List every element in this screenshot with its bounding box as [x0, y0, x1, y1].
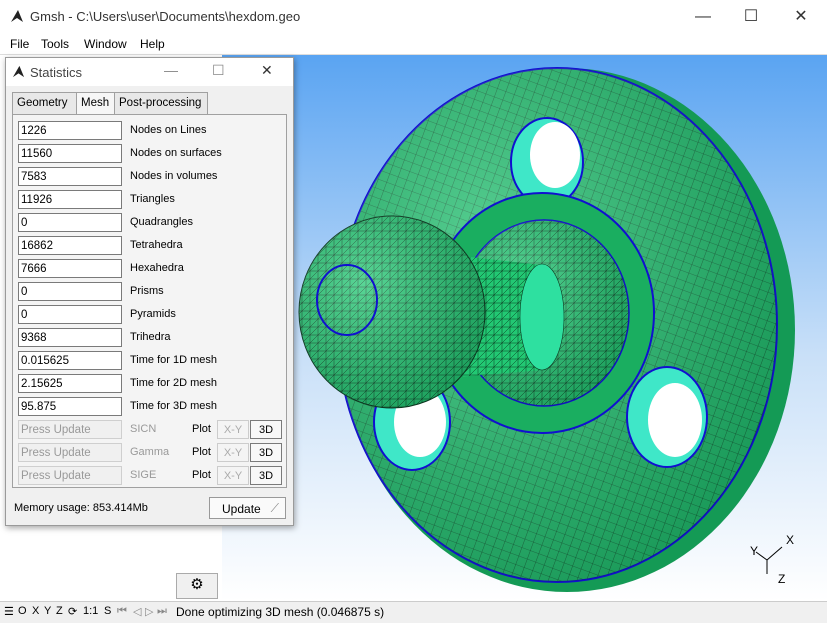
quality-row-sige: Press Update SIGE Plot X-Y 3D [18, 466, 288, 487]
xy-plot-button[interactable]: X-Y [217, 420, 249, 439]
minimize-button[interactable]: — [680, 0, 726, 33]
stat-label: Nodes on Lines [130, 124, 207, 136]
stat-value: 95.875 [18, 397, 122, 416]
dialog-minimize-button[interactable]: — [164, 62, 178, 78]
plot-label: Plot [192, 446, 211, 458]
update-label: Update [222, 502, 261, 516]
stat-value: 7666 [18, 259, 122, 278]
3d-plot-button[interactable]: 3D [250, 443, 282, 462]
tab-mesh[interactable]: Mesh [76, 92, 115, 114]
scale-s-button[interactable]: S [104, 605, 111, 617]
stat-label: Quadrangles [130, 216, 193, 228]
stat-label: Time for 3D mesh [130, 400, 218, 412]
stat-value: 11926 [18, 190, 122, 209]
axis-z-label: Z [778, 572, 785, 586]
stat-value: 2.15625 [18, 374, 122, 393]
stat-label: Trihedra [130, 331, 171, 343]
view-x-button[interactable]: X [32, 605, 39, 617]
stat-value: 16862 [18, 236, 122, 255]
view-z-button[interactable]: Z [56, 605, 63, 617]
sicn-value: Press Update [18, 420, 122, 439]
plot-label: Plot [192, 423, 211, 435]
gamma-value: Press Update [18, 443, 122, 462]
quality-label: Gamma [130, 446, 170, 458]
view-o-button[interactable]: O [18, 605, 27, 617]
title-bar: Gmsh - C:\Users\user\Documents\hexdom.ge… [0, 0, 827, 33]
stat-label: Pyramids [130, 308, 176, 320]
stat-value: 1226 [18, 121, 122, 140]
xy-plot-button[interactable]: X-Y [217, 466, 249, 485]
mesh-model: X Y Z [298, 67, 795, 592]
quality-label: SIGE [130, 469, 157, 481]
next-step-icon[interactable]: ▷ [145, 605, 153, 618]
menu-help[interactable]: Help [140, 37, 165, 51]
rotate-icon[interactable]: ⟳ [68, 605, 77, 618]
scale-1-1-button[interactable]: 1:1 [83, 605, 98, 617]
status-bar: ☰ O X Y Z ⟳ 1:1 S ⏮ ◁ ▷ ⏭ Done optimizin… [0, 601, 827, 623]
prev-step-icon[interactable]: ◁ [133, 605, 141, 618]
tab-geometry[interactable]: Geometry [12, 92, 77, 114]
3d-plot-button[interactable]: 3D [250, 420, 282, 439]
stat-value: 0 [18, 213, 122, 232]
axis-y-label: Y [750, 544, 758, 558]
axis-x-label: X [786, 533, 794, 547]
first-step-icon[interactable]: ⏮ [117, 605, 127, 618]
stat-label: Nodes on surfaces [130, 147, 222, 159]
menu-file[interactable]: File [10, 37, 29, 51]
gmsh-logo-icon [11, 10, 23, 22]
mesh-stats-panel: 1226 Nodes on Lines 11560 Nodes on surface… [12, 114, 287, 488]
quality-label: SICN [130, 423, 157, 435]
menu-window[interactable]: Window [84, 37, 127, 51]
stat-value: 0 [18, 305, 122, 324]
stat-value: 11560 [18, 144, 122, 163]
stat-value: 7583 [18, 167, 122, 186]
stat-label: Hexahedra [130, 262, 184, 274]
plot-label: Plot [192, 469, 211, 481]
dialog-title: Statistics [30, 65, 83, 80]
xy-plot-button[interactable]: X-Y [217, 443, 249, 462]
gear-icon: ⚙ [190, 576, 204, 593]
quality-row-gamma: Press Update Gamma Plot X-Y 3D [18, 443, 288, 464]
gmsh-logo-icon [12, 65, 25, 78]
close-button[interactable]: ✕ [778, 0, 824, 33]
axes-gizmo [755, 546, 783, 574]
statistics-dialog: Statistics — ☐ ✕ Geometry Mesh Post-proc… [5, 57, 294, 526]
quality-row-sicn: Press Update SICN Plot X-Y 3D [18, 420, 288, 441]
status-message: Done optimizing 3D mesh (0.046875 s) [176, 605, 385, 619]
tab-post-processing[interactable]: Post-processing [114, 92, 208, 114]
stat-label: Triangles [130, 193, 175, 205]
dialog-close-button[interactable]: ✕ [261, 62, 273, 79]
stat-label: Time for 2D mesh [130, 377, 218, 389]
sige-value: Press Update [18, 466, 122, 485]
last-step-icon[interactable]: ⏭ [157, 605, 167, 618]
stat-value: 9368 [18, 328, 122, 347]
stat-label: Nodes in volumes [130, 170, 218, 182]
update-button[interactable]: Update ⟋ [209, 497, 286, 519]
menu-toggle-button[interactable]: ☰ [4, 605, 14, 618]
3d-plot-button[interactable]: 3D [250, 466, 282, 485]
maximize-button[interactable]: ☐ [728, 0, 774, 33]
view-y-button[interactable]: Y [44, 605, 51, 617]
stat-label: Time for 1D mesh [130, 354, 218, 366]
memory-usage: Memory usage: 853.414Mb [14, 502, 148, 514]
stat-label: Prisms [130, 285, 164, 297]
stat-label: Tetrahedra [130, 239, 183, 251]
options-gear-button[interactable]: ⚙ [176, 573, 218, 599]
menu-bar: File Tools Window Help [0, 33, 827, 55]
graphics-viewport[interactable]: X Y Z [222, 55, 827, 601]
dialog-title-bar: Statistics — ☐ ✕ [6, 58, 293, 86]
stat-value: 0 [18, 282, 122, 301]
stat-value: 0.015625 [18, 351, 122, 370]
dialog-maximize-button[interactable]: ☐ [212, 62, 225, 79]
window-title: Gmsh - C:\Users\user\Documents\hexdom.ge… [30, 9, 301, 24]
resize-grip-icon: ⟋ [270, 501, 279, 515]
menu-tools[interactable]: Tools [41, 37, 69, 51]
